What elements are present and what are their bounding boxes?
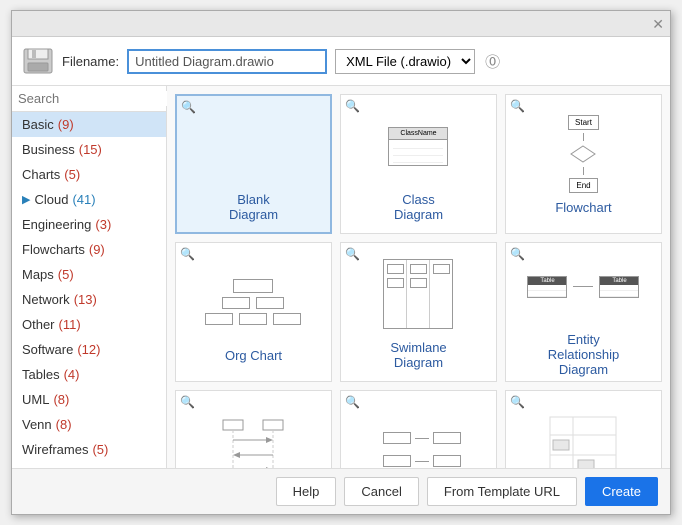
sequence-thumb [218,415,288,469]
class-thumb-wrap: ClassName [352,106,484,186]
swim-thumb [383,259,453,329]
flowchart-thumb: Start End [568,115,599,193]
template-card-blank[interactable]: 🔍 BlankDiagram [175,94,332,234]
cross-thumb-wrap [517,410,649,469]
zoom-icon-flowchart[interactable]: 🔍 [510,99,525,113]
dialog: ✕ Filename: XML File (.drawio) PNG File … [11,10,671,515]
org-thumb [205,279,301,325]
help-button[interactable]: Help [276,477,337,506]
sidebar-item-basic[interactable]: Basic (9) [12,112,166,137]
title-bar: ✕ [12,11,670,37]
close-button[interactable]: ✕ [652,17,664,31]
sequence-thumb-wrap [187,410,319,469]
sidebar: 🔍 Basic (9) Business (15) Charts (5) ▶ C… [12,86,167,468]
template-label-class: ClassDiagram [394,192,443,222]
template-label-er: EntityRelationshipDiagram [548,332,620,377]
sidebar-item-cloud[interactable]: ▶ Cloud (41) [12,187,166,212]
er-thumb-wrap: Table Table [517,247,649,326]
sidebar-item-uml[interactable]: UML (8) [12,387,166,412]
search-box-wrap: 🔍 [12,86,166,112]
template-card-swimlane[interactable]: 🔍 [340,242,497,382]
template-label-orgchart: Org Chart [225,348,282,363]
filename-label: Filename: [62,54,119,69]
template-label-flowchart: Flowchart [555,200,611,215]
blank-thumb [188,106,319,186]
sidebar-item-engineering[interactable]: Engineering (3) [12,212,166,237]
template-card-flowchart[interactable]: 🔍 Start End Flowchart [505,94,662,234]
sidebar-item-wireframes[interactable]: Wireframes (5) [12,437,166,462]
template-url-button[interactable]: From Template URL [427,477,577,506]
sidebar-item-tables[interactable]: Tables (4) [12,362,166,387]
swimlane-thumb-wrap [352,254,484,334]
class-thumb: ClassName [388,127,448,166]
simple-thumb-wrap [352,410,484,469]
cloud-icon: ▶ [22,193,30,206]
template-card-sequence[interactable]: 🔍 Sequence [175,390,332,468]
templates-area: 🔍 BlankDiagram 🔍 ClassName [167,86,670,468]
cancel-button[interactable]: Cancel [344,477,418,506]
template-card-simple[interactable]: 🔍 Simple [340,390,497,468]
sidebar-item-business[interactable]: Business (15) [12,137,166,162]
orgchart-thumb-wrap [187,262,319,342]
zoom-icon-sequence[interactable]: 🔍 [180,395,195,409]
help-circle-icon[interactable]: ⓪ [485,51,500,72]
sidebar-item-maps[interactable]: Maps (5) [12,262,166,287]
template-card-cross[interactable]: 🔍 Cross- [505,390,662,468]
flowchart-thumb-wrap: Start End [517,114,649,194]
zoom-icon-simple[interactable]: 🔍 [345,395,360,409]
er-thumb: Table Table [527,276,639,298]
fc-diamond-svg [569,144,597,164]
category-list: Basic (9) Business (15) Charts (5) ▶ Clo… [12,112,166,468]
template-label-swimlane: SwimlaneDiagram [390,340,446,370]
header-row: Filename: XML File (.drawio) PNG File (.… [12,37,670,86]
sidebar-item-software[interactable]: Software (12) [12,337,166,362]
zoom-icon-orgchart[interactable]: 🔍 [180,247,195,261]
filetype-select[interactable]: XML File (.drawio) PNG File (.png) SVG F… [335,49,475,74]
filename-input[interactable] [127,49,327,74]
sidebar-item-flowcharts[interactable]: Flowcharts (9) [12,237,166,262]
cross-thumb [548,415,618,469]
content-area: 🔍 Basic (9) Business (15) Charts (5) ▶ C… [12,86,670,468]
sidebar-item-venn[interactable]: Venn (8) [12,412,166,437]
sidebar-item-charts[interactable]: Charts (5) [12,162,166,187]
zoom-icon-cross[interactable]: 🔍 [510,395,525,409]
template-card-orgchart[interactable]: 🔍 Org Chart [175,242,332,382]
footer: Help Cancel From Template URL Create [12,468,670,514]
sidebar-item-other[interactable]: Other (11) [12,312,166,337]
sidebar-item-network[interactable]: Network (13) [12,287,166,312]
create-button[interactable]: Create [585,477,658,506]
simple-thumb [383,432,453,467]
template-card-class[interactable]: 🔍 ClassName ClassDiagram [340,94,497,234]
template-card-er[interactable]: 🔍 Table Table [505,242,662,382]
disk-icon [22,45,54,77]
template-label-blank: BlankDiagram [229,192,278,222]
